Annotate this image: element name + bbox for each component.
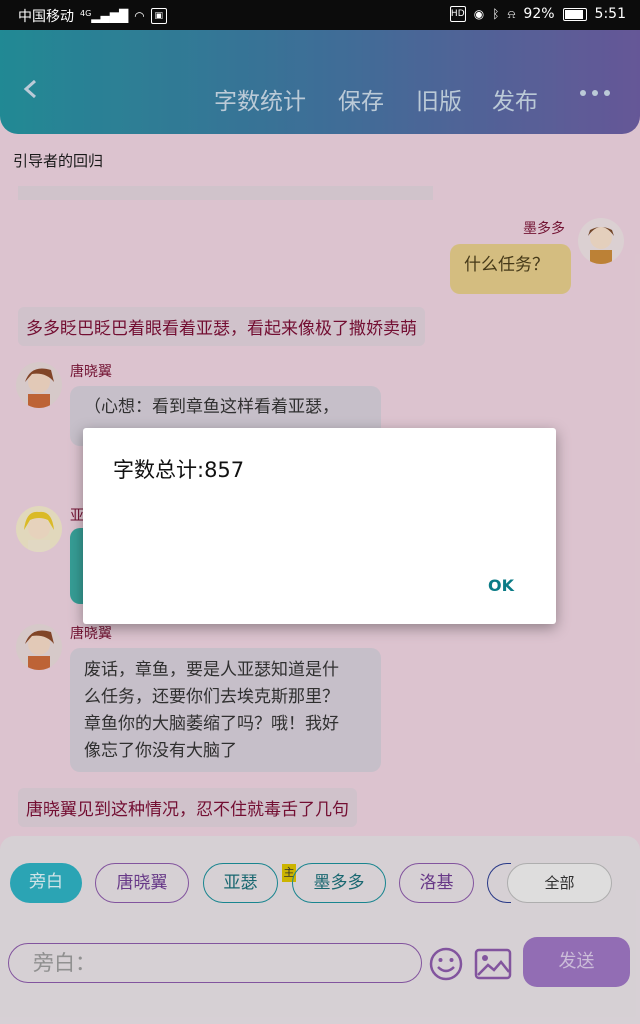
signal-icon: 4G▂▄▆█ [80, 9, 129, 23]
carrier-label: 中国移动 [18, 9, 74, 25]
mute-bell-icon: ⍾ [507, 6, 516, 21]
eye-icon: ◉ [473, 7, 485, 21]
app-notification-icon: ▣ [150, 8, 167, 24]
battery-percent: 92% [523, 6, 555, 22]
clock: 5:51 [594, 6, 626, 22]
bluetooth-icon: ᛒ [492, 7, 500, 21]
ok-button[interactable]: OK [488, 576, 514, 595]
word-count-dialog: 字数总计:857 OK [83, 428, 556, 624]
battery-icon [562, 7, 587, 21]
word-count-message: 字数总计:857 [113, 458, 245, 482]
status-bar: 中国移动 4G▂▄▆█ ◠ ▣ HD ◉ ᛒ ⍾ 92% 5:51 [0, 0, 640, 30]
wifi-icon: ◠ [134, 9, 145, 23]
hd-icon: HD [449, 6, 466, 22]
